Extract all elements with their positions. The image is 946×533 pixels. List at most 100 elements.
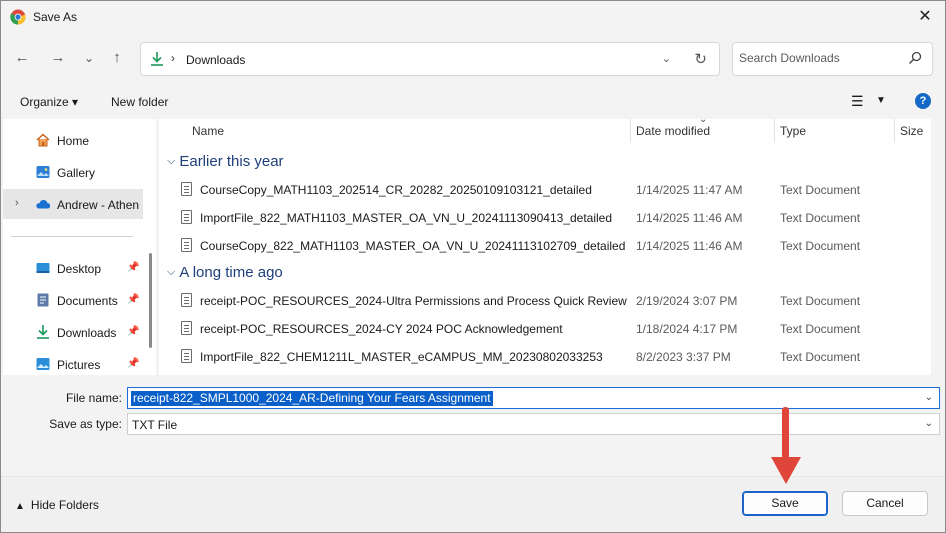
file-row[interactable]: receipt-POC_RESOURCES_2024-CY 2024 POC A… <box>159 314 931 342</box>
sidebar-item-documents[interactable]: Documents 📌 <box>3 285 143 315</box>
navigation-pane: Home Gallery › Andrew - Athen Desktop 📌 … <box>3 119 156 375</box>
pin-icon: 📌 <box>127 294 140 305</box>
annotation-arrow-icon <box>771 407 801 484</box>
search-box[interactable] <box>732 42 933 76</box>
forward-arrow-icon: → <box>50 49 66 66</box>
text-file-icon <box>181 210 192 224</box>
column-divider[interactable] <box>774 119 775 143</box>
view-dropdown-icon[interactable]: ▼ <box>876 95 886 106</box>
recent-locations-button[interactable]: ⌄ <box>77 47 101 71</box>
gallery-icon <box>36 166 50 178</box>
address-bar[interactable]: › Downloads ⌄ ↻ <box>140 42 720 76</box>
sidebar-item-pictures[interactable]: Pictures 📌 <box>3 349 143 375</box>
title-bar: Save As ✕ <box>1 1 945 33</box>
column-header-name[interactable]: Name <box>192 119 632 145</box>
back-button[interactable]: ← <box>10 47 34 71</box>
column-divider[interactable] <box>894 119 895 143</box>
breadcrumb-separator-icon: › <box>171 51 175 65</box>
file-type: Text Document <box>780 294 861 308</box>
group-header-earlier-this-year[interactable]: ⌵ Earlier this year <box>167 153 284 170</box>
onedrive-cloud-icon <box>36 199 51 209</box>
help-icon[interactable]: ? <box>915 93 931 109</box>
sidebar-scrollbar[interactable] <box>149 253 152 348</box>
file-type: Text Document <box>780 211 861 225</box>
search-icon[interactable] <box>908 51 922 65</box>
forward-button[interactable]: → <box>46 47 70 71</box>
up-arrow-icon: ↑ <box>113 49 121 66</box>
save-type-label: Save as type: <box>49 417 122 431</box>
address-dropdown-icon[interactable]: ⌄ <box>662 52 671 65</box>
column-header-date[interactable]: ⌄ Date modified <box>636 119 776 145</box>
chevron-up-icon: ▲ <box>15 501 25 512</box>
file-name: receipt-POC_RESOURCES_2024-Ultra Permiss… <box>200 294 627 308</box>
file-list: Name ⌄ Date modified Type Size ⌵ Earlier … <box>159 119 931 375</box>
sidebar-item-label: Downloads <box>57 326 117 340</box>
sidebar-divider <box>11 236 133 237</box>
sidebar-item-label: Andrew - Athen <box>57 198 140 212</box>
file-row[interactable]: ImportFile_822_MATH1103_MASTER_OA_VN_U_2… <box>159 203 931 231</box>
cancel-button[interactable]: Cancel <box>842 491 928 516</box>
pin-icon: 📌 <box>127 262 140 273</box>
up-button[interactable]: ↑ <box>105 47 129 71</box>
file-name: ImportFile_822_CHEM1211L_MASTER_eCAMPUS_… <box>200 350 603 364</box>
text-file-icon <box>181 321 192 335</box>
sidebar-item-label: Gallery <box>57 166 96 180</box>
file-date: 8/2/2023 3:37 PM <box>636 350 731 364</box>
column-divider[interactable] <box>630 119 631 143</box>
file-name-value[interactable]: receipt-822_SMPL1000_2024_AR-Defining Yo… <box>131 391 493 406</box>
desktop-icon <box>36 263 50 273</box>
file-date: 1/14/2025 11:46 AM <box>636 239 743 253</box>
chevron-down-icon: ⌵ <box>167 266 176 278</box>
chevron-down-icon[interactable]: ⌄ <box>925 392 933 403</box>
refresh-icon[interactable]: ↻ <box>694 50 707 68</box>
save-as-dialog: Save As ✕ ← → ⌄ ↑ › Downloads ⌄ ↻ Search… <box>0 0 946 533</box>
group-header-a-long-time-ago[interactable]: ⌵ A long time ago <box>167 264 283 281</box>
file-row[interactable]: CourseCopy_822_MATH1103_MASTER_OA_VN_U_2… <box>159 231 931 259</box>
file-row[interactable]: receipt-POC_RESOURCES_2024-Ultra Permiss… <box>159 286 931 314</box>
sidebar-item-label: Home <box>57 134 90 148</box>
sidebar-item-label: Documents <box>57 294 118 308</box>
sidebar-item-onedrive[interactable]: › Andrew - Athen <box>3 189 143 219</box>
sidebar-item-home[interactable]: Home <box>3 125 143 155</box>
save-type-select[interactable]: TXT File ⌄ <box>127 413 940 435</box>
pictures-icon <box>36 358 50 370</box>
hide-folders-button[interactable]: ▲ Hide Folders <box>15 498 99 512</box>
search-input[interactable] <box>739 51 899 65</box>
file-row[interactable]: CourseCopy_MATH1103_202514_CR_20282_2025… <box>159 175 931 203</box>
view-options-icon[interactable]: ☰ <box>851 93 864 110</box>
pin-icon: 📌 <box>127 358 140 369</box>
organize-button[interactable]: Organize ▾ <box>20 95 78 109</box>
command-bar: Organize ▾ New folder ☰ ▼ ? <box>1 87 945 117</box>
chevron-right-icon[interactable]: › <box>15 197 19 209</box>
sidebar-item-downloads[interactable]: Downloads 📌 <box>3 317 143 347</box>
back-arrow-icon: ← <box>14 49 30 66</box>
downloads-icon <box>37 325 49 339</box>
downloads-icon <box>151 52 163 66</box>
home-icon <box>36 133 50 147</box>
save-button[interactable]: Save <box>742 491 828 516</box>
file-row[interactable]: ImportFile_822_CHEM1211L_MASTER_eCAMPUS_… <box>159 342 931 370</box>
column-header-size[interactable]: Size <box>900 119 930 145</box>
file-name: receipt-POC_RESOURCES_2024-CY 2024 POC A… <box>200 322 563 336</box>
file-name-label: File name: <box>65 391 122 405</box>
file-name: CourseCopy_822_MATH1103_MASTER_OA_VN_U_2… <box>200 239 626 253</box>
column-header-type[interactable]: Type <box>780 119 890 145</box>
file-date: 2/19/2024 3:07 PM <box>636 294 738 308</box>
file-list-scrollbar[interactable] <box>936 119 945 375</box>
sidebar-item-gallery[interactable]: Gallery <box>3 157 143 187</box>
file-type: Text Document <box>780 183 861 197</box>
file-type: Text Document <box>780 239 861 253</box>
sidebar-item-desktop[interactable]: Desktop 📌 <box>3 253 143 283</box>
chevron-down-icon[interactable]: ⌄ <box>925 418 933 429</box>
window-title: Save As <box>33 10 78 24</box>
close-button[interactable]: ✕ <box>905 1 945 33</box>
documents-icon <box>37 293 49 307</box>
file-name: CourseCopy_MATH1103_202514_CR_20282_2025… <box>200 183 592 197</box>
sidebar-item-label: Pictures <box>57 358 101 372</box>
new-folder-button[interactable]: New folder <box>111 95 168 109</box>
file-name-field[interactable]: receipt-822_SMPL1000_2024_AR-Defining Yo… <box>127 387 940 409</box>
file-date: 1/18/2024 4:17 PM <box>636 322 738 336</box>
chrome-icon <box>10 9 26 25</box>
file-date: 1/14/2025 11:47 AM <box>636 183 743 197</box>
breadcrumb-downloads[interactable]: Downloads <box>186 53 245 67</box>
